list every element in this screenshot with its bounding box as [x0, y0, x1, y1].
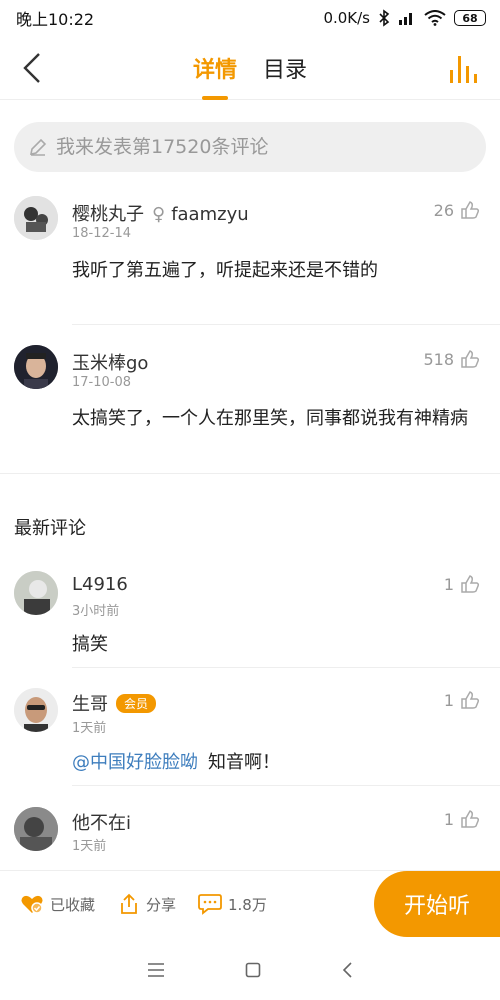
divider	[72, 667, 500, 668]
status-time: 晚上10:22	[16, 10, 95, 29]
like-count: 1	[443, 690, 454, 710]
mention-link[interactable]: @中国好脸脸呦	[72, 752, 198, 773]
comment-text: @中国好脸脸呦 知音啊！	[72, 746, 482, 779]
network-speed: 0.0K/s	[323, 9, 370, 27]
like-button[interactable]: 1	[444, 690, 480, 710]
like-button[interactable]: 1	[444, 574, 480, 594]
comment-bubble-icon	[198, 894, 222, 915]
system-nav-bar	[0, 940, 500, 1000]
comment-author[interactable]: 生哥 会员	[72, 690, 157, 716]
thumbs-up-icon	[461, 201, 480, 219]
comment-item: 樱桃丸子 ♀ faamzyu 18-12-14 26 我听了第五遍了，听提起来还是不…	[0, 190, 500, 325]
like-button[interactable]: 26	[434, 200, 480, 220]
comment-date: 1天前	[72, 839, 107, 854]
comment-date: 18-12-14	[72, 226, 132, 241]
divider	[72, 785, 500, 786]
pencil-icon	[29, 138, 47, 156]
comment-item: 生哥 会员 1天前 1 @中国好脸脸呦 知音啊！	[0, 686, 500, 786]
status-bar: 晚上10:22 0.0K/s 68	[0, 0, 500, 36]
collect-label: 已收藏	[50, 895, 96, 914]
avatar[interactable]	[14, 807, 58, 851]
like-button[interactable]: 518	[423, 349, 480, 369]
signal-icon	[399, 13, 412, 25]
comment-item: L4916 3小时前 1 搞笑	[0, 568, 500, 668]
latest-comments-title: 最新评论	[14, 518, 86, 539]
comment-text: 我听了第五遍了，听提起来还是不错的	[72, 260, 378, 281]
bluetooth-icon	[379, 9, 390, 27]
status-icons: 0.0K/s 68	[323, 9, 486, 27]
share-button[interactable]: 分享	[118, 893, 176, 915]
like-count: 1	[443, 809, 454, 829]
playing-bars-icon[interactable]	[448, 52, 480, 84]
comments-button[interactable]: 1.8万	[198, 893, 267, 915]
avatar[interactable]	[14, 571, 58, 615]
avatar[interactable]	[14, 196, 58, 240]
like-count: 518	[423, 349, 454, 369]
thumbs-up-icon	[461, 691, 480, 709]
battery-icon: 68	[454, 10, 486, 26]
avatar[interactable]	[14, 345, 58, 389]
comment-text: 太搞笑了，一个人在那里笑，同事都说我有神精病	[72, 408, 468, 429]
comment-author[interactable]: 樱桃丸子 ♀ faamzyu	[72, 200, 249, 226]
comment-date: 17-10-08	[72, 375, 132, 390]
nav-bar: 详情 目录	[0, 36, 500, 100]
vip-badge: 会员	[116, 694, 157, 713]
tab-details[interactable]: 详情	[193, 36, 237, 100]
thumbs-up-icon	[461, 575, 480, 593]
like-count: 26	[433, 200, 454, 220]
like-button[interactable]: 1	[444, 809, 480, 829]
wifi-icon	[424, 10, 446, 26]
comment-date: 3小时前	[72, 604, 120, 619]
tab-catalog[interactable]: 目录	[263, 36, 307, 100]
comment-text: 搞笑	[72, 634, 108, 655]
comment-item: 他不在i 1天前 1	[0, 804, 500, 870]
collect-button[interactable]: 已收藏	[20, 893, 95, 915]
menu-icon[interactable]	[147, 963, 165, 977]
divider	[0, 473, 500, 474]
comment-author[interactable]: L4916	[72, 574, 128, 595]
comment-input-box[interactable]	[14, 122, 486, 172]
tab-bar: 详情 目录	[0, 36, 500, 100]
thumbs-up-icon	[461, 810, 480, 828]
thumbs-up-icon	[461, 350, 480, 368]
comment-item: 玉米棒go 17-10-08 518 太搞笑了，一个人在那里笑，同事都说我有神精…	[0, 340, 500, 475]
comment-author[interactable]: 玉米棒go	[72, 349, 148, 375]
divider	[72, 324, 500, 325]
system-back-icon[interactable]	[341, 962, 353, 978]
gender-female-icon: ♀	[152, 204, 166, 225]
comment-input[interactable]	[56, 136, 456, 158]
avatar[interactable]	[14, 688, 58, 732]
comment-body: 知音啊！	[208, 752, 280, 773]
share-icon	[121, 893, 137, 914]
bottom-action-bar: 已收藏 分享 1.8万 开始听	[0, 870, 500, 940]
start-listening-button[interactable]: 开始听	[374, 871, 500, 937]
comments-count: 1.8万	[228, 895, 267, 914]
author-handle: faamzyu	[171, 204, 249, 225]
like-count: 1	[443, 574, 454, 594]
author-name: 樱桃丸子	[72, 204, 144, 225]
heart-check-icon	[21, 895, 43, 914]
home-icon[interactable]	[245, 962, 261, 978]
comment-author[interactable]: 他不在i	[72, 809, 131, 835]
share-label: 分享	[146, 895, 177, 914]
comment-date: 1天前	[72, 721, 107, 736]
author-name: 生哥	[72, 694, 108, 715]
